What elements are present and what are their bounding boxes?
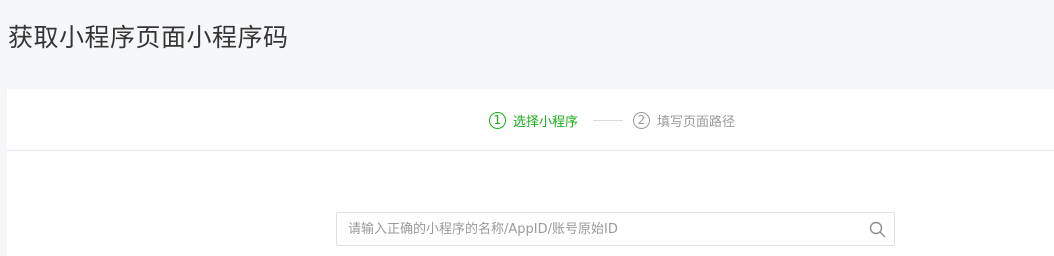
search-icon[interactable] (869, 221, 886, 238)
page-title: 获取小程序页面小程序码 (8, 23, 289, 52)
main-card: 1 选择小程序 2 填写页面路径 (7, 89, 1054, 256)
search-input[interactable] (337, 213, 857, 245)
search-box (336, 212, 895, 246)
step-select-miniprogram: 1 选择小程序 (489, 109, 578, 131)
step-fill-page-path: 2 填写页面路径 (633, 109, 735, 131)
step-indicator: 1 选择小程序 2 填写页面路径 (7, 89, 1054, 151)
step-connector-line (593, 120, 623, 121)
step-number-badge: 1 (489, 111, 506, 129)
step-label: 填写页面路径 (657, 114, 736, 130)
step-label: 选择小程序 (513, 114, 579, 130)
step-number-badge: 2 (633, 111, 650, 129)
